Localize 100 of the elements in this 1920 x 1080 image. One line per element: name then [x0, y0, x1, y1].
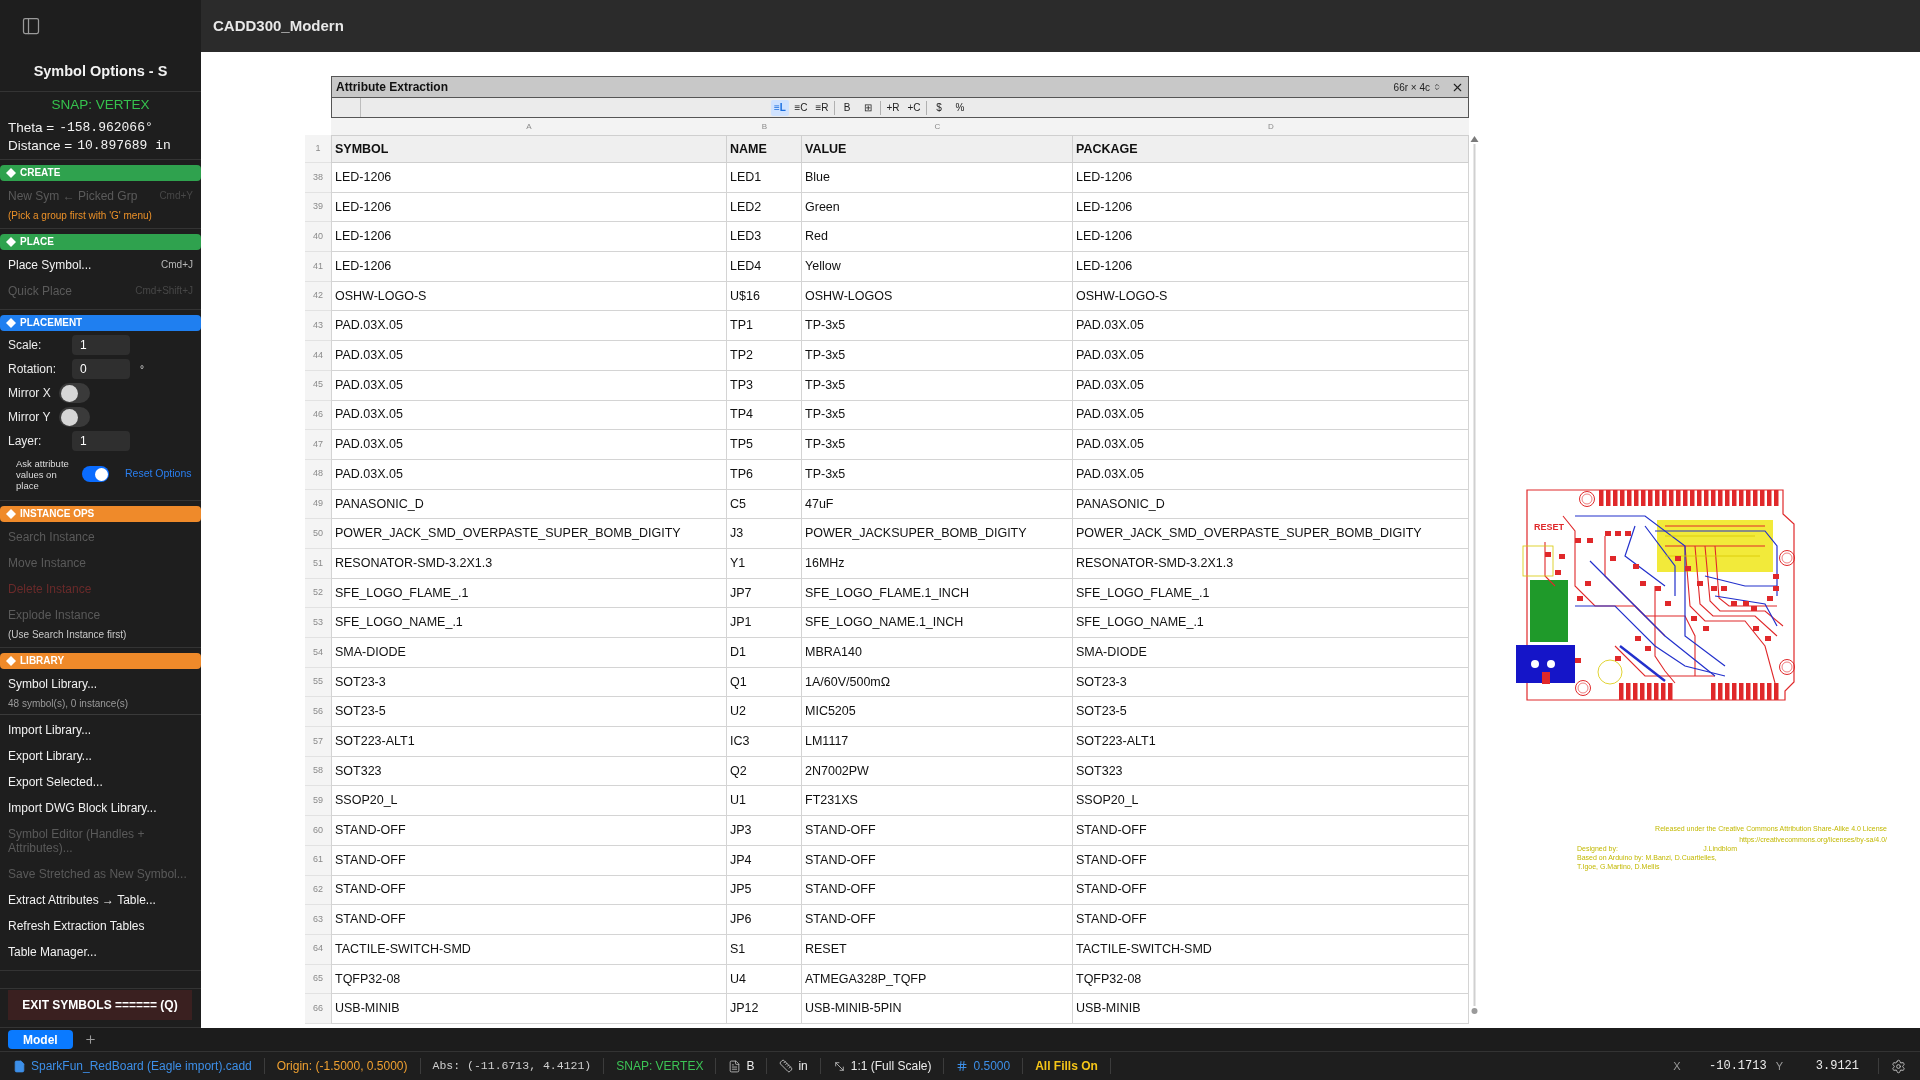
row-number: 46	[305, 400, 331, 431]
menu-item[interactable]: Place Symbol... Cmd+J	[0, 252, 201, 278]
section-title: PLACE	[20, 236, 54, 248]
table-cell: TACTILE-SWITCH-SMD	[1073, 934, 1469, 965]
table-cell: JP12	[727, 994, 802, 1024]
menu-item[interactable]: Export Library...	[0, 743, 201, 769]
coordinate-value: 3.9121	[1814, 1058, 1859, 1075]
diamond-icon	[6, 237, 16, 247]
table-cell: PAD.03X.05	[331, 400, 727, 431]
number-field[interactable]: 1	[72, 335, 130, 355]
status-text: in	[798, 1058, 808, 1075]
table-cell: JP6	[727, 905, 802, 935]
toolbar-button[interactable]: ≡R	[813, 99, 831, 116]
table-cell: RESONATOR-SMD-3.2X1.3	[1073, 548, 1469, 579]
table-cell: POWER_JACK_SMD_OVERPASTE_SUPER_BOMB_DIGITY	[331, 519, 727, 549]
layout-tab[interactable]: Model	[8, 1030, 73, 1049]
table-cell: JP5	[727, 875, 802, 906]
table-cell: USB-MINIB-5PIN	[802, 994, 1073, 1024]
table-cell: PAD.03X.05	[331, 370, 727, 401]
table-cell: SOT23-3	[1073, 667, 1469, 698]
toolbar-button[interactable]: %	[951, 99, 969, 116]
row-number: 66	[305, 994, 331, 1024]
status-text: 1:1 (Full Scale)	[850, 1058, 932, 1075]
row-number: 43	[305, 311, 331, 342]
row-number: 40	[305, 222, 331, 253]
sidebar-toggle-icon[interactable]	[21, 16, 41, 36]
table-cell: SOT23-3	[331, 667, 727, 698]
table-cell: Red	[802, 222, 1073, 253]
table-cell: SFE_LOGO_FLAME_.1	[331, 578, 727, 609]
row-number: 63	[305, 905, 331, 935]
document-title: CADD300_Modern	[213, 15, 344, 36]
axis-label: X	[1673, 1058, 1681, 1074]
row-number: 39	[305, 192, 331, 223]
toolbar-button[interactable]: +C	[905, 99, 923, 116]
toolbar-button[interactable]: +R	[884, 99, 902, 116]
menu-item[interactable]: Symbol Library...	[0, 671, 201, 697]
toolbar-button[interactable]: ⊞	[859, 99, 877, 116]
exit-symbols-button[interactable]: EXIT SYMBOLS ====== (Q)	[8, 990, 192, 1020]
add-tab-icon[interactable]	[83, 1033, 97, 1046]
table-cell: PAD.03X.05	[1073, 430, 1469, 460]
table-cell: SOT223-ALT1	[1073, 727, 1469, 757]
readout-label: Theta =	[8, 119, 55, 137]
menu-item[interactable]: Export Selected...	[0, 769, 201, 795]
row-number: 60	[305, 816, 331, 846]
up-down-chevron-icon[interactable]	[1433, 83, 1441, 91]
table-cell: LED-1206	[1073, 222, 1469, 253]
row-number: 65	[305, 964, 331, 995]
menu-item[interactable]: Refresh Extraction Tables	[0, 913, 201, 939]
menu-item[interactable]: Table Manager...	[0, 939, 201, 965]
settings-icon[interactable]	[1891, 1058, 1906, 1074]
table-cell: TP-3x5	[802, 341, 1073, 371]
toolbar-button[interactable]: ≡C	[792, 99, 810, 116]
reset-options-link[interactable]: Reset Options	[125, 466, 192, 482]
vertical-scrollbar[interactable]	[1470, 136, 1479, 1016]
menu-item[interactable]: Import Library...	[0, 717, 201, 743]
hash-icon	[956, 1060, 969, 1072]
table-cell: SFE_LOGO_NAME.1_INCH	[802, 608, 1073, 638]
table-cell: TP3	[727, 370, 802, 401]
toggle-switch[interactable]	[59, 407, 90, 427]
row-number: 41	[305, 252, 331, 282]
table-cell: LED-1206	[1073, 163, 1469, 193]
row-number: 64	[305, 934, 331, 965]
menu-item[interactable]: Import DWG Block Library...	[0, 795, 201, 821]
table-cell: TP5	[727, 430, 802, 460]
field-label: Scale:	[8, 337, 43, 354]
table-cell: STAND-OFF	[802, 845, 1073, 876]
menu-item[interactable]: Extract Attributes → Table...	[0, 887, 201, 913]
row-number: 53	[305, 608, 331, 638]
number-field[interactable]: 0	[72, 359, 130, 379]
table-cell: USB-MINIB	[1073, 994, 1469, 1024]
table-cell: TACTILE-SWITCH-SMD	[331, 934, 727, 965]
toggle-switch[interactable]	[59, 383, 90, 403]
status-text: 0.5000	[973, 1058, 1011, 1075]
table-cell: RESONATOR-SMD-3.2X1.3	[331, 548, 727, 579]
table-cell: MIC5205	[802, 697, 1073, 728]
section-title: LIBRARY	[20, 655, 65, 667]
table-cell: FT231XS	[802, 786, 1073, 817]
table-cell: TQFP32-08	[1073, 964, 1469, 995]
section-title: INSTANCE OPS	[20, 508, 95, 520]
table-cell: PAD.03X.05	[331, 430, 727, 460]
table-cell: STAND-OFF	[1073, 875, 1469, 906]
toolbar-button[interactable]: $	[930, 99, 948, 116]
table-size-label: 66r × 4c	[1393, 80, 1430, 95]
table-cell: SOT323	[1073, 756, 1469, 787]
table-cell: LED-1206	[331, 222, 727, 253]
readout-value: -158.962066°	[59, 119, 153, 137]
table-cell: Q2	[727, 756, 802, 787]
toggle-switch[interactable]	[82, 466, 109, 482]
row-number: 52	[305, 578, 331, 609]
table-cell: Q1	[727, 667, 802, 698]
table-cell: PAD.03X.05	[1073, 341, 1469, 371]
pcb-label: RESET	[1534, 522, 1564, 532]
number-field[interactable]: 1	[72, 431, 130, 451]
table-cell: PAD.03X.05	[331, 459, 727, 490]
toolbar-button[interactable]: B	[838, 99, 856, 116]
toolbar-button[interactable]: ≡L	[771, 99, 789, 116]
toggle-label: Mirror Y	[8, 409, 52, 426]
table-cell: PAD.03X.05	[1073, 370, 1469, 401]
table-cell: 16MHz	[802, 548, 1073, 579]
table-cell: LED-1206	[1073, 192, 1469, 223]
